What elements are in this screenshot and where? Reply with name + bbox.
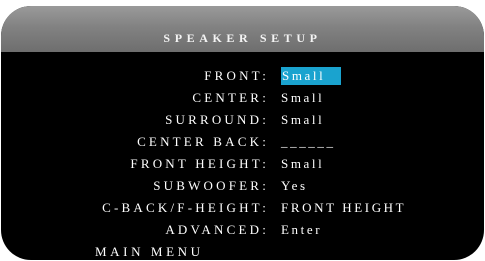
setting-label: SURROUND:	[165, 112, 269, 127]
setting-value[interactable]: Small	[281, 111, 324, 129]
osd-screen: SPEAKER SETUP FRONT: Small CENTER: Small…	[1, 6, 484, 260]
setting-label: CENTER BACK:	[137, 134, 269, 149]
setting-row-c-back-f-height[interactable]: C-BACK/F-HEIGHT: FRONT HEIGHT	[1, 199, 484, 217]
setting-label: C-BACK/F-HEIGHT:	[102, 200, 269, 215]
setting-value[interactable]: Small	[281, 89, 324, 107]
setting-label: FRONT HEIGHT:	[130, 156, 269, 171]
page-title: SPEAKER SETUP	[163, 31, 322, 45]
setting-row-front[interactable]: FRONT: Small	[1, 67, 484, 85]
setting-row-advanced[interactable]: ADVANCED: Enter	[1, 221, 484, 239]
setting-row-center[interactable]: CENTER: Small	[1, 89, 484, 107]
setting-row-surround[interactable]: SURROUND: Small	[1, 111, 484, 129]
setting-value[interactable]: FRONT HEIGHT	[281, 199, 406, 217]
setting-label: SUBWOOFER:	[153, 178, 269, 193]
setting-value[interactable]: ______	[281, 133, 336, 151]
main-menu-label: MAIN MENU	[95, 244, 204, 259]
setting-row-center-back[interactable]: CENTER BACK: ______	[1, 133, 484, 151]
setting-label: ADVANCED:	[165, 222, 269, 237]
setting-label: FRONT:	[204, 68, 269, 83]
setting-label: CENTER:	[192, 90, 269, 105]
setting-value[interactable]: Small	[281, 155, 324, 173]
main-menu-link[interactable]: MAIN MENU	[95, 243, 204, 260]
setting-value[interactable]: Enter	[281, 221, 322, 239]
setting-row-subwoofer[interactable]: SUBWOOFER: Yes	[1, 177, 484, 195]
setting-value-selected[interactable]: Small	[281, 67, 342, 85]
setting-row-front-height[interactable]: FRONT HEIGHT: Small	[1, 155, 484, 173]
title-bar: SPEAKER SETUP	[1, 6, 484, 52]
setting-value[interactable]: Yes	[281, 177, 308, 195]
